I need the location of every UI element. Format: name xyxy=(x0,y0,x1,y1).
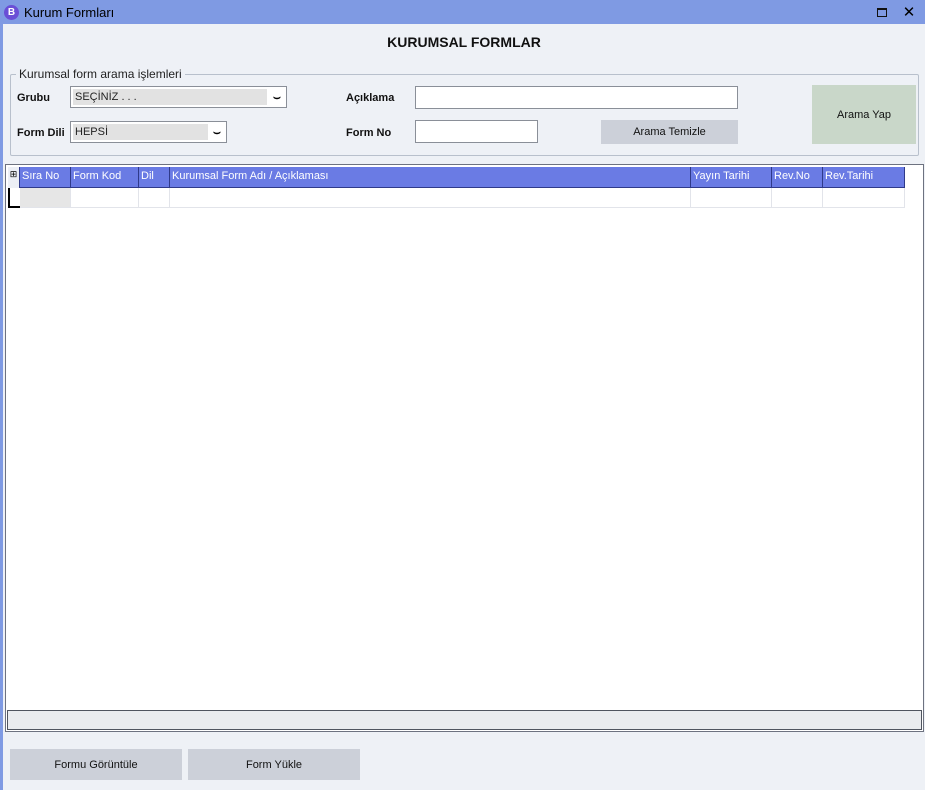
clear-search-button[interactable]: Arama Temizle xyxy=(601,120,738,144)
maximize-icon xyxy=(877,7,887,17)
table-cell[interactable] xyxy=(139,188,170,208)
forms-grid[interactable]: ⊞ Sıra No Form Kod Dil Kurumsal Form Adı… xyxy=(5,164,924,732)
table-cell[interactable] xyxy=(823,188,905,208)
grid-footer-bar xyxy=(7,710,922,730)
grubu-label: Grubu xyxy=(17,92,50,104)
table-row[interactable] xyxy=(8,188,905,208)
grid-select-all-icon[interactable]: ⊞ xyxy=(8,167,20,188)
grid-header: ⊞ Sıra No Form Kod Dil Kurumsal Form Adı… xyxy=(8,167,905,188)
column-header[interactable]: Kurumsal Form Adı / Açıklaması xyxy=(170,167,691,188)
column-header[interactable]: Rev.Tarihi xyxy=(823,167,905,188)
window-title: Kurum Formları xyxy=(24,4,115,20)
form-dili-dropdown[interactable]: HEPSİ ⌣ xyxy=(70,121,227,143)
column-header[interactable]: Rev.No xyxy=(772,167,823,188)
table-cell[interactable] xyxy=(71,188,139,208)
search-group-label: Kurumsal form arama işlemleri xyxy=(16,67,185,81)
app-logo-icon: B xyxy=(4,4,19,20)
chevron-down-icon[interactable]: ⌣ xyxy=(268,87,286,107)
column-header[interactable]: Yayın Tarihi xyxy=(691,167,772,188)
table-cell[interactable] xyxy=(691,188,772,208)
form-dili-label: Form Dili xyxy=(17,127,65,139)
column-header[interactable]: Dil xyxy=(139,167,170,188)
upload-form-button[interactable]: Form Yükle xyxy=(188,749,360,780)
row-indicator[interactable] xyxy=(8,188,20,208)
form-no-label: Form No xyxy=(346,127,392,139)
window-frame xyxy=(0,24,3,790)
column-header[interactable]: Form Kod xyxy=(71,167,139,188)
maximize-button[interactable] xyxy=(871,2,893,22)
aciklama-label: Açıklama xyxy=(346,92,395,104)
close-button[interactable]: ✕ xyxy=(898,2,920,22)
grubu-selected-value: SEÇİNİZ . . . xyxy=(73,89,267,105)
table-cell[interactable] xyxy=(170,188,691,208)
form-no-input[interactable] xyxy=(415,120,538,143)
column-header[interactable]: Sıra No xyxy=(20,167,71,188)
table-cell[interactable] xyxy=(772,188,823,208)
close-icon: ✕ xyxy=(902,4,916,21)
aciklama-input[interactable] xyxy=(415,86,738,109)
grubu-dropdown[interactable]: SEÇİNİZ . . . ⌣ xyxy=(70,86,287,108)
page-title: KURUMSAL FORMLAR xyxy=(387,34,541,50)
search-button[interactable]: Arama Yap xyxy=(812,85,916,144)
form-dili-selected-value: HEPSİ xyxy=(73,124,208,140)
view-form-button[interactable]: Formu Görüntüle xyxy=(10,749,182,780)
chevron-down-icon[interactable]: ⌣ xyxy=(208,122,226,142)
title-bar: B Kurum Formları ✕ xyxy=(0,0,925,24)
table-cell[interactable] xyxy=(20,188,71,208)
